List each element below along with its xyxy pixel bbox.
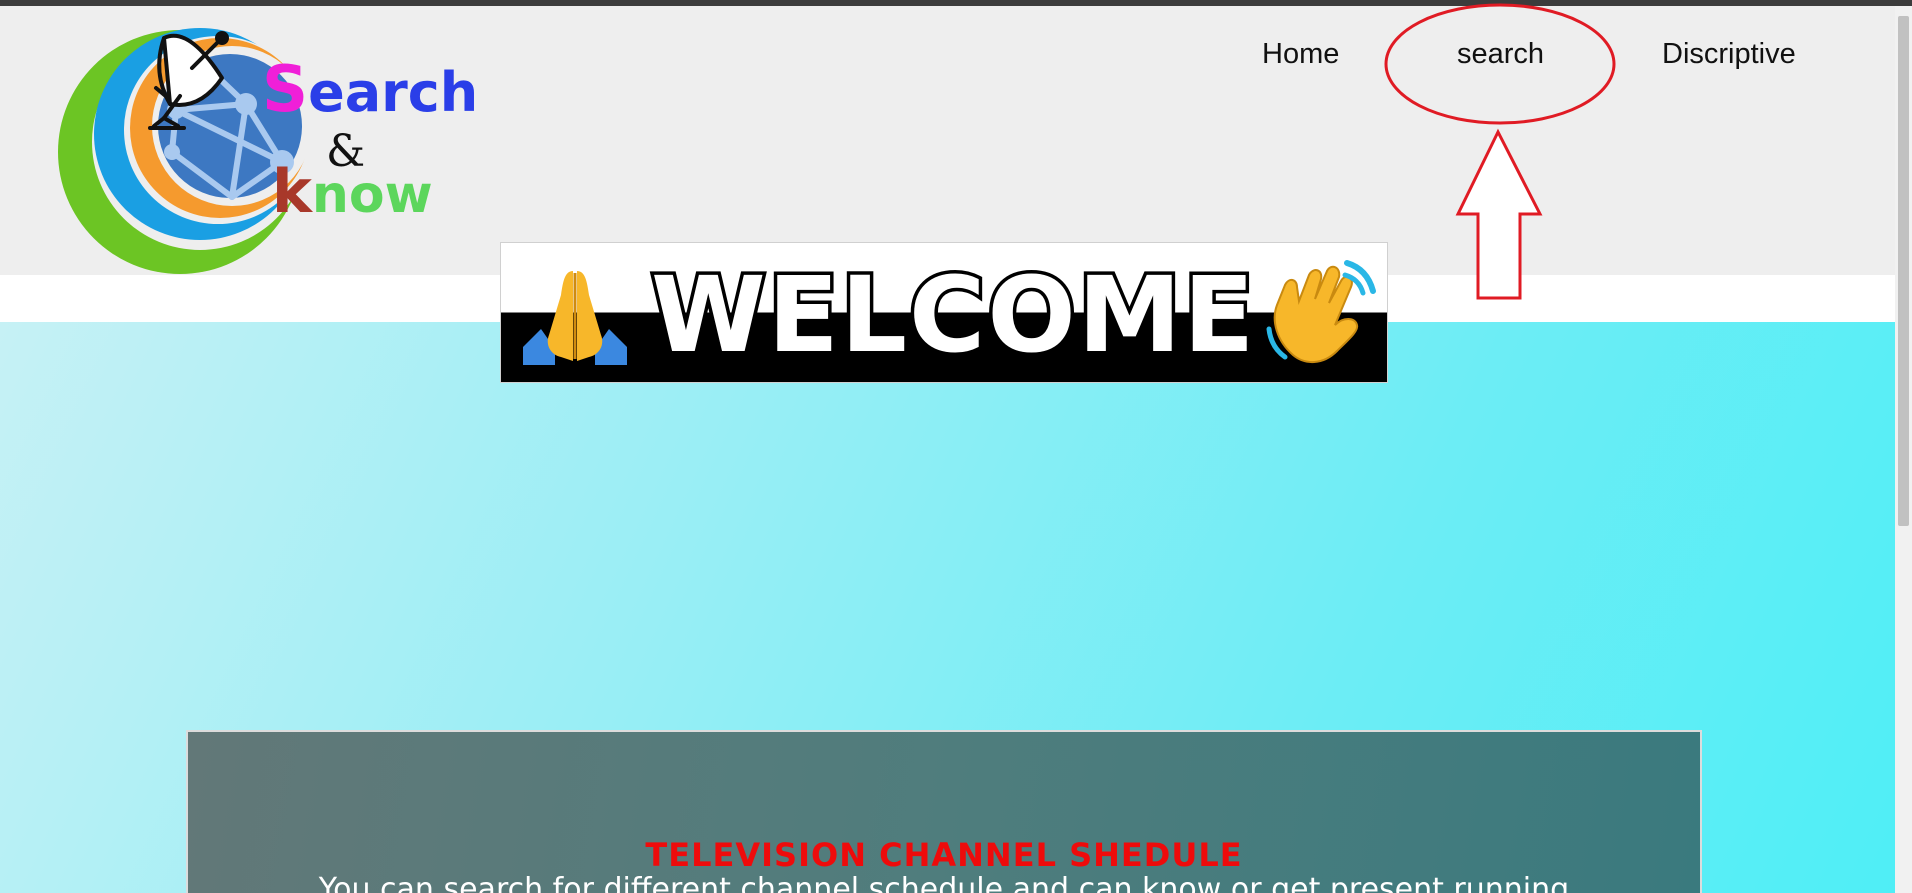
page: Search & know Home search Discriptive WE… [0, 0, 1912, 893]
globe-network-icon [58, 28, 312, 274]
annotation-highlight [1384, 3, 1616, 300]
welcome-banner: WELCOME [500, 242, 1388, 383]
nav-home-link[interactable]: Home [1262, 38, 1339, 71]
schedule-description: You can search for different channel sch… [318, 872, 1570, 893]
vertical-scrollbar[interactable] [1895, 6, 1912, 893]
welcome-heading: WELCOME [647, 254, 1257, 376]
satellite-dish-icon [148, 31, 229, 130]
schedule-title: TELEVISION CHANNEL SHEDULE [645, 836, 1243, 874]
site-logo[interactable]: Search & know [50, 12, 478, 277]
nav-discriptive-link[interactable]: Discriptive [1662, 38, 1796, 71]
logo-word-know: know [272, 157, 433, 227]
waving-hand-icon [1266, 260, 1376, 363]
schedule-panel: TELEVISION CHANNEL SHEDULE You can searc… [186, 730, 1702, 893]
scrollbar-thumb[interactable] [1898, 16, 1909, 526]
logo-word-search: Search [262, 53, 479, 127]
folded-hands-icon [523, 271, 627, 365]
